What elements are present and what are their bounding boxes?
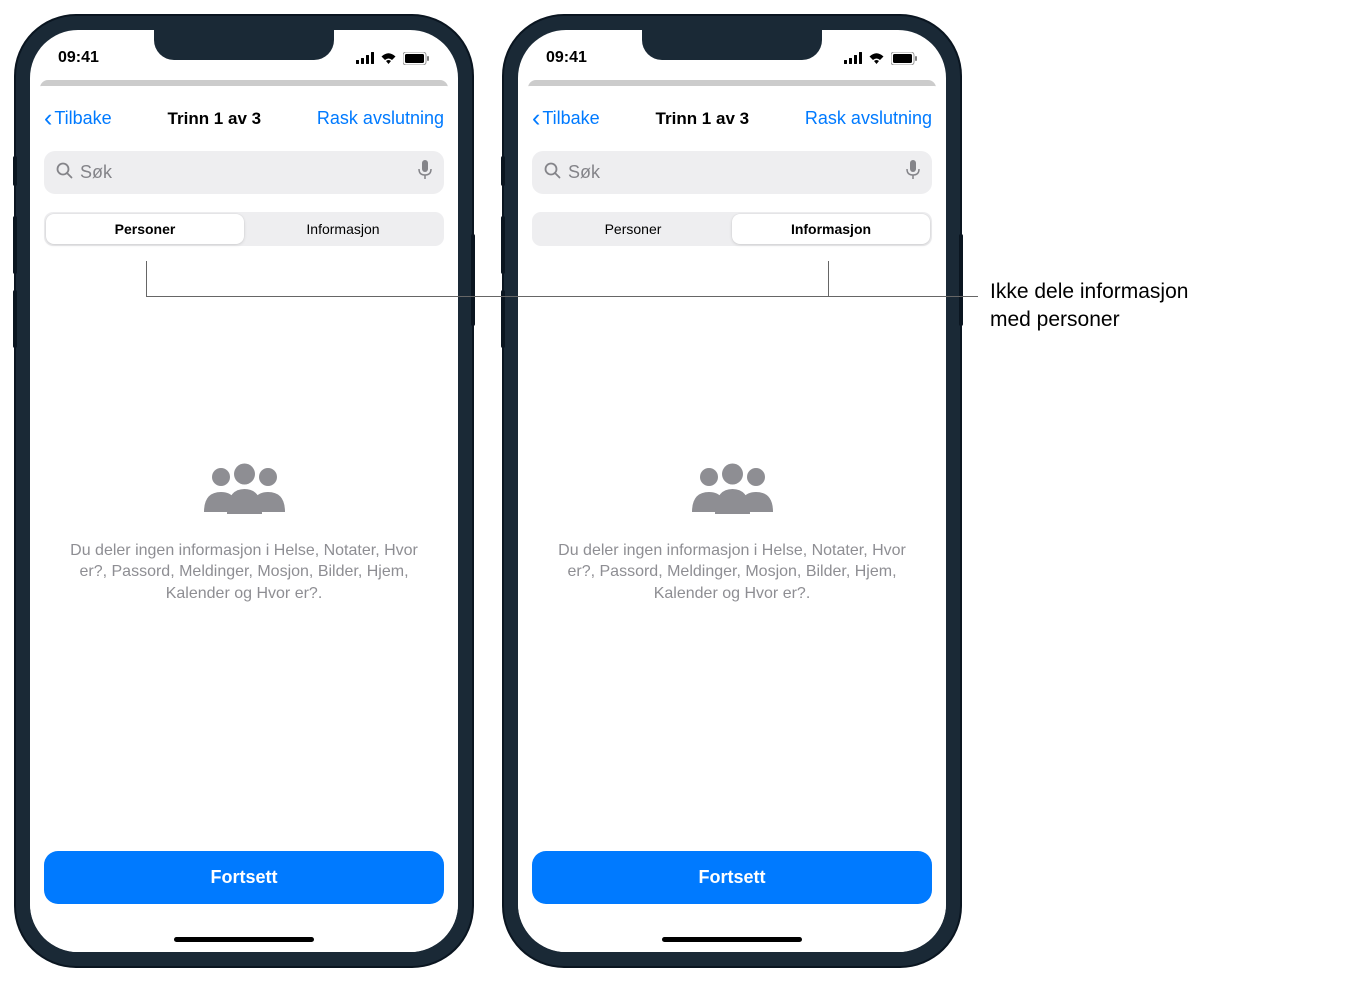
segmented-control: Personer Informasjon <box>44 212 444 246</box>
callout-label: Ikke dele informasjon med personer <box>990 278 1188 335</box>
quick-exit-button[interactable]: Rask avslutning <box>805 108 932 129</box>
people-group-icon <box>685 462 780 522</box>
continue-button[interactable]: Fortsett <box>44 851 444 904</box>
search-input[interactable]: Søk <box>44 151 444 194</box>
quick-exit-button[interactable]: Rask avslutning <box>317 108 444 129</box>
content-area: Du deler ingen informasjon i Helse, Nota… <box>44 264 444 952</box>
microphone-icon[interactable] <box>418 160 432 185</box>
back-button[interactable]: ‹ Tilbake <box>532 104 600 133</box>
back-label: Tilbake <box>542 108 599 129</box>
segmented-control: Personer Informasjon <box>532 212 932 246</box>
phone-frame-right: 09:41 ‹ Tilb <box>504 16 960 966</box>
chevron-left-icon: ‹ <box>532 104 540 133</box>
navigation-bar: ‹ Tilbake Trinn 1 av 3 Rask avslutning <box>44 104 444 133</box>
search-input[interactable]: Søk <box>532 151 932 194</box>
search-icon <box>56 162 73 184</box>
status-time: 09:41 <box>546 49 587 67</box>
phone-frame-left: 09:41 ‹ Tilb <box>16 16 472 966</box>
navigation-bar: ‹ Tilbake Trinn 1 av 3 Rask avslutning <box>532 104 932 133</box>
signal-icon <box>844 52 862 64</box>
tab-personer[interactable]: Personer <box>534 214 732 244</box>
tab-informasjon[interactable]: Informasjon <box>732 214 930 244</box>
callout-connector <box>146 296 978 297</box>
chevron-left-icon: ‹ <box>44 104 52 133</box>
page-title: Trinn 1 av 3 <box>168 109 262 129</box>
continue-button[interactable]: Fortsett <box>532 851 932 904</box>
tab-personer[interactable]: Personer <box>46 214 244 244</box>
empty-state-text: Du deler ingen informasjon i Helse, Nota… <box>550 540 914 605</box>
battery-icon <box>403 52 430 65</box>
back-label: Tilbake <box>54 108 111 129</box>
tab-informasjon[interactable]: Informasjon <box>244 214 442 244</box>
home-indicator[interactable] <box>662 937 802 942</box>
battery-icon <box>891 52 918 65</box>
wifi-icon <box>868 52 885 64</box>
people-group-icon <box>197 462 292 522</box>
search-icon <box>544 162 561 184</box>
microphone-icon[interactable] <box>906 160 920 185</box>
signal-icon <box>356 52 374 64</box>
empty-state-text: Du deler ingen informasjon i Helse, Nota… <box>62 540 426 605</box>
callout-connector <box>828 261 829 296</box>
wifi-icon <box>380 52 397 64</box>
home-indicator[interactable] <box>174 937 314 942</box>
status-time: 09:41 <box>58 49 99 67</box>
search-placeholder: Søk <box>80 162 418 183</box>
page-title: Trinn 1 av 3 <box>656 109 750 129</box>
content-area: Du deler ingen informasjon i Helse, Nota… <box>532 264 932 952</box>
back-button[interactable]: ‹ Tilbake <box>44 104 112 133</box>
search-placeholder: Søk <box>568 162 906 183</box>
callout-connector <box>146 261 147 296</box>
